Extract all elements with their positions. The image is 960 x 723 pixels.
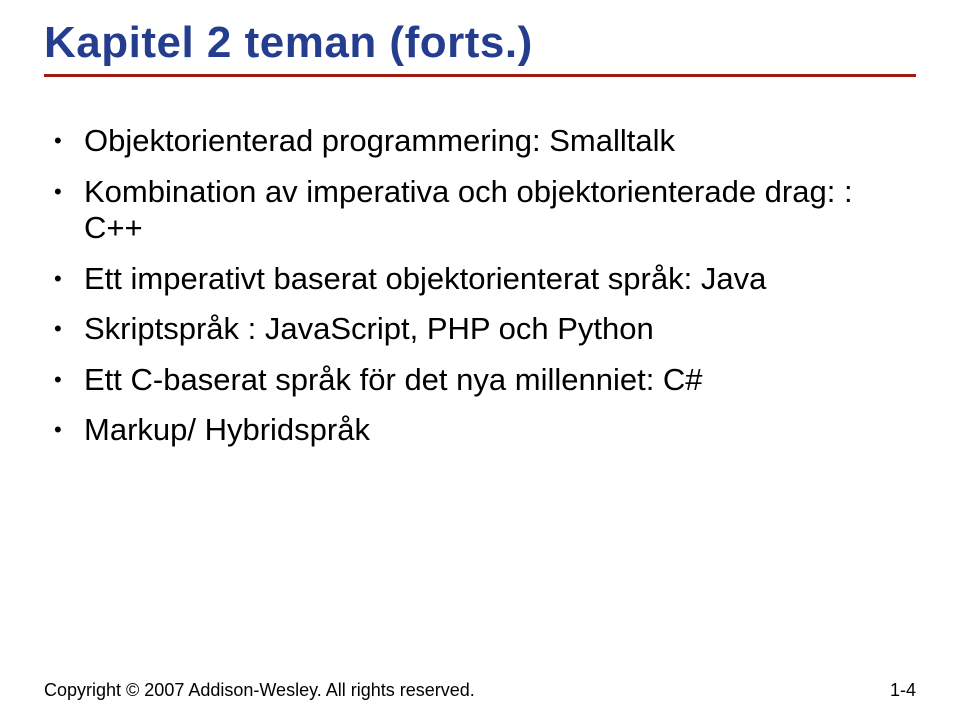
slide-footer: Copyright © 2007 Addison-Wesley. All rig… [44,680,916,701]
list-item: Markup/ Hybridspråk [50,412,916,449]
slide: Kapitel 2 teman (forts.) Objektorientera… [0,0,960,723]
bullet-list: Objektorienterad programmering: Smalltal… [50,123,916,449]
list-item: Objektorienterad programmering: Smalltal… [50,123,916,160]
list-item: Kombination av imperativa och objektorie… [50,174,916,247]
page-number: 1-4 [890,680,916,701]
list-item: Ett imperativt baserat objektorienterat … [50,261,916,298]
title-divider [44,74,916,77]
list-item: Skriptspråk : JavaScript, PHP och Python [50,311,916,348]
slide-content: Objektorienterad programmering: Smalltal… [44,123,916,449]
copyright-text: Copyright © 2007 Addison-Wesley. All rig… [44,680,475,701]
list-item: Ett C-baserat språk för det nya millenni… [50,362,916,399]
slide-title: Kapitel 2 teman (forts.) [44,18,916,68]
